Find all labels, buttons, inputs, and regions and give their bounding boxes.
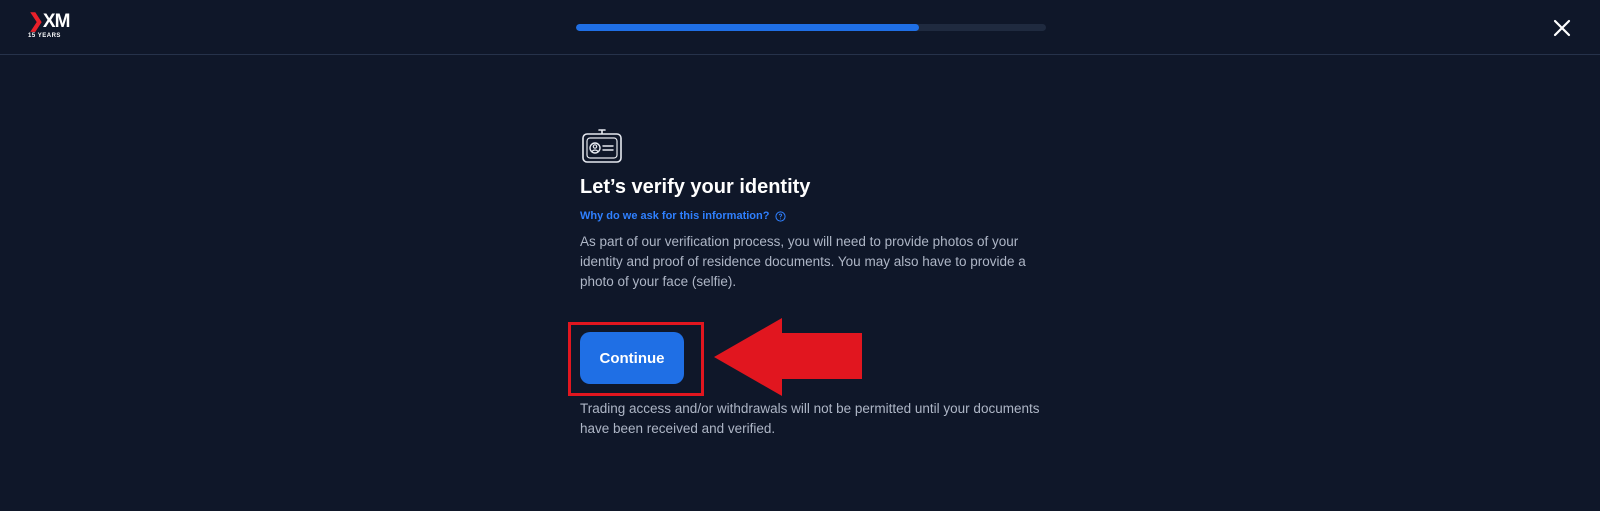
progress-fill	[576, 24, 920, 31]
close-icon[interactable]	[1551, 17, 1573, 39]
logo-mark: ❯XM	[28, 11, 70, 32]
logo-subtitle: 15 YEARS	[28, 33, 61, 39]
continue-button[interactable]: Continue	[580, 332, 684, 384]
access-note: Trading access and/or withdrawals will n…	[580, 401, 1040, 436]
why-info-label: Why do we ask for this information?	[580, 210, 770, 222]
left-arrow-icon	[714, 318, 862, 396]
help-circle-icon	[775, 210, 787, 222]
page-title: Let’s verify your identity	[580, 176, 811, 198]
top-bar: ❯XM 15 YEARS	[0, 0, 1600, 55]
id-card-icon	[582, 129, 622, 163]
description: As part of our verification process, you…	[580, 234, 1026, 289]
progress-bar	[576, 24, 1046, 31]
xm-logo[interactable]: ❯XM 15 YEARS	[28, 11, 70, 43]
why-info-link[interactable]: Why do we ask for this information?	[580, 210, 787, 222]
verify-identity-panel: Let’s verify your identity Why do we ask…	[580, 128, 1060, 292]
